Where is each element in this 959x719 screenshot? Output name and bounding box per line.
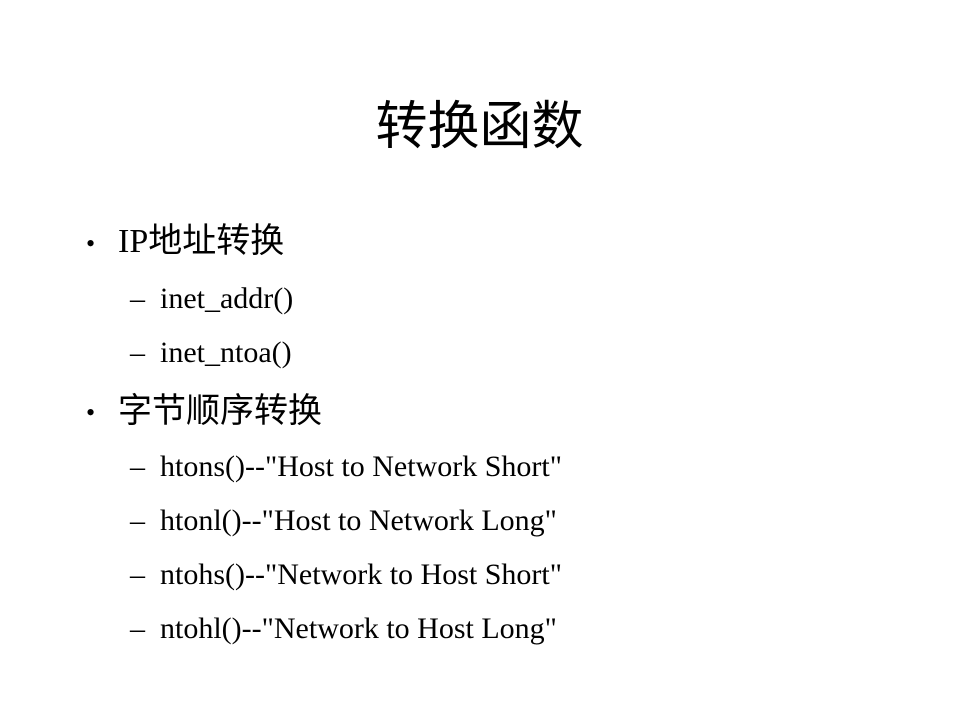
list-item: – htons()--"Host to Network Short" <box>130 447 830 487</box>
list-item-label: ntohs()--"Network to Host Short" <box>160 558 562 591</box>
list-item-label: inet_ntoa() <box>160 336 292 369</box>
bullet-icon: • <box>86 229 96 258</box>
slide: 转换函数 • IP地址转换 – inet_addr() – inet_ntoa(… <box>0 0 959 719</box>
list-item: – ntohs()--"Network to Host Short" <box>130 555 830 595</box>
list-item: – htonl()--"Host to Network Long" <box>130 501 830 541</box>
list-item-label: htons()--"Host to Network Short" <box>160 450 562 483</box>
dash-icon: – <box>130 450 145 483</box>
section-heading-label: IP地址转换 <box>118 223 285 260</box>
list-item: – inet_ntoa() <box>130 333 630 373</box>
list-item-label: htonl()--"Host to Network Long" <box>160 504 557 537</box>
section-heading-label: 字节顺序转换 <box>118 391 322 431</box>
dash-icon: – <box>130 612 145 645</box>
bullet-icon: • <box>86 398 96 427</box>
list-item: – inet_addr() <box>130 279 630 319</box>
dash-icon: – <box>130 504 145 537</box>
list-item-label: inet_addr() <box>160 282 294 315</box>
slide-title: 转换函数 <box>375 97 584 157</box>
dash-icon: – <box>130 336 145 369</box>
list-item-label: ntohl()--"Network to Host Long" <box>160 612 557 645</box>
section-heading-ip-address: • IP地址转换 <box>86 220 486 264</box>
list-item: – ntohl()--"Network to Host Long" <box>130 609 830 649</box>
dash-icon: – <box>130 282 145 315</box>
dash-icon: – <box>130 558 145 591</box>
section-heading-byte-order: • 字节顺序转换 <box>86 389 486 433</box>
